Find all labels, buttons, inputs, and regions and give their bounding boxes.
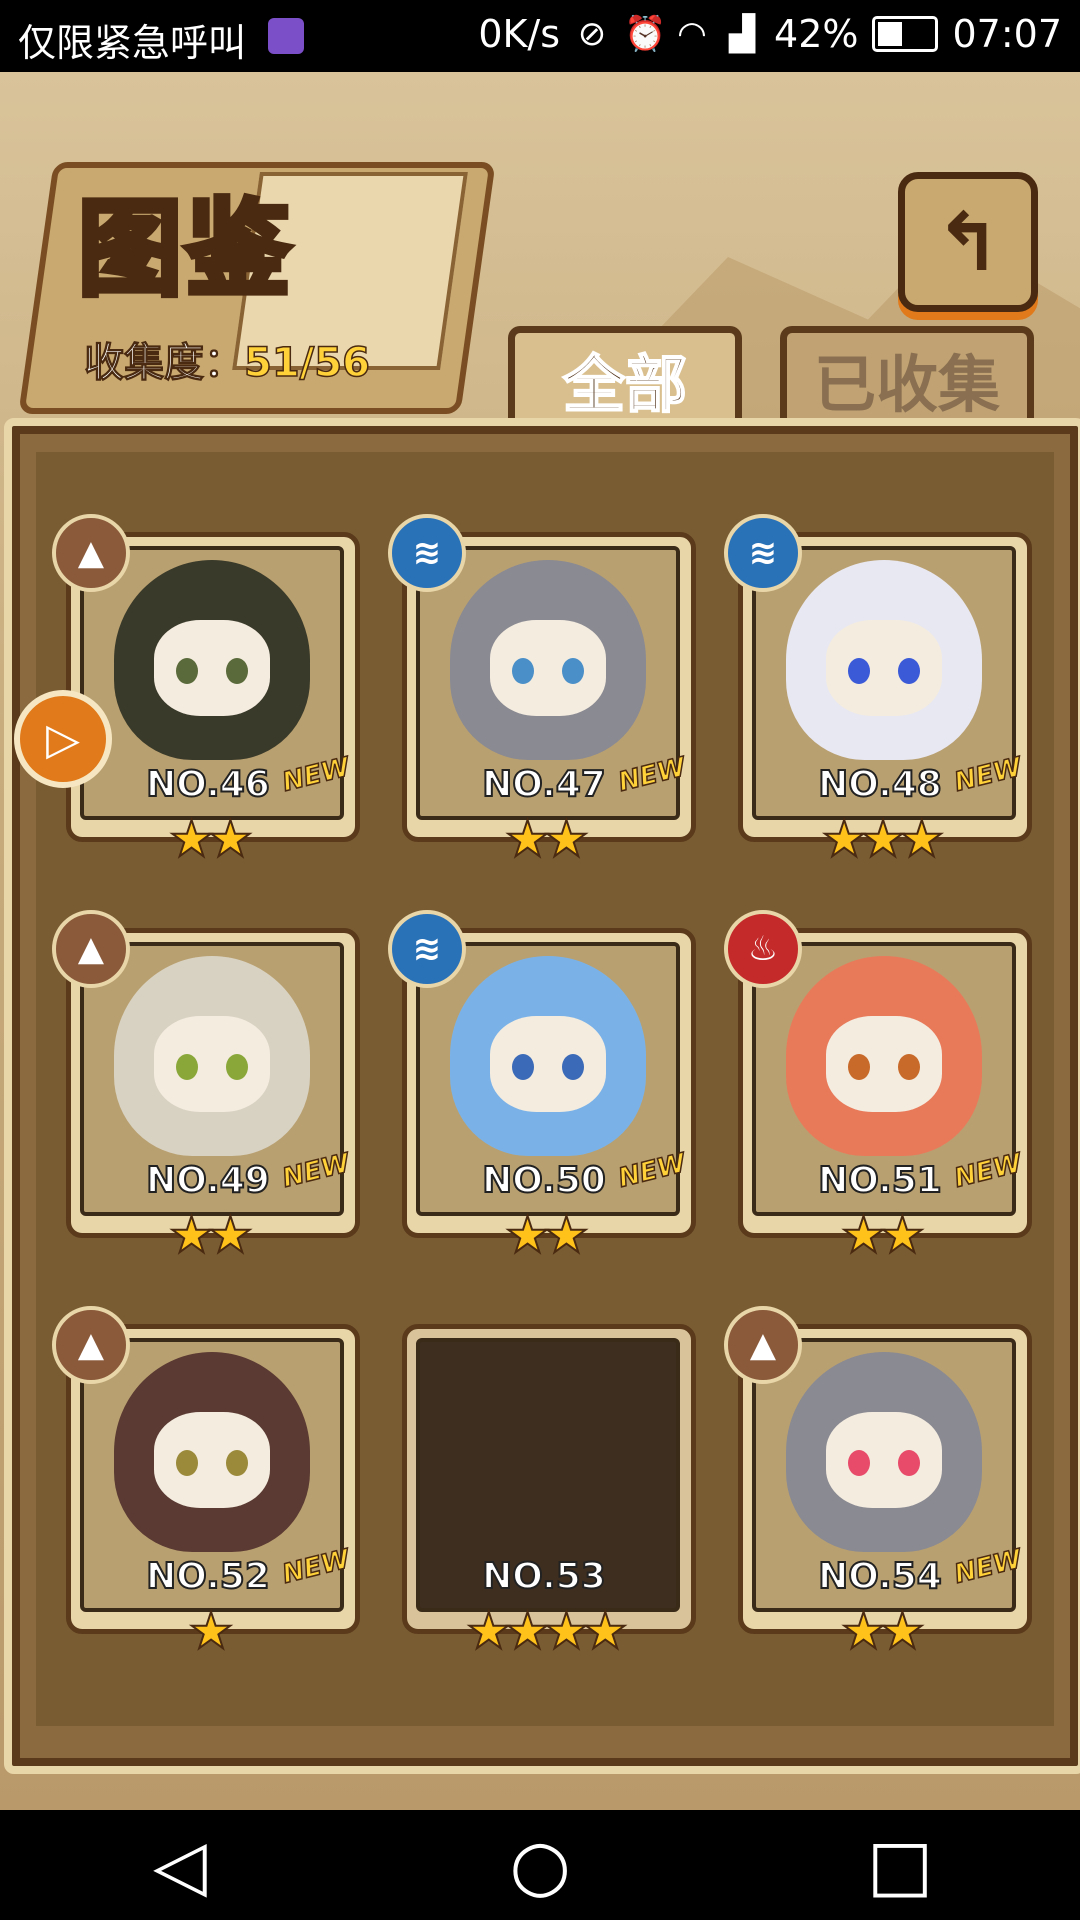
mute-icon: ⊘ <box>577 14 607 54</box>
page-title: 图鉴 <box>75 184 295 313</box>
monster-card[interactable]: NO.51 NEW ★★ ♨ <box>724 910 1032 1265</box>
wave-icon: ≋ <box>388 514 466 592</box>
collection-progress: 收集度：51/56 <box>84 330 371 388</box>
game-screen: 图鉴 收集度：51/56 ↰ 全部 已收集 NO.46 NEW ★★ ▲ NO.47 NE… <box>0 72 1080 1810</box>
tab-all[interactable]: 全部 <box>508 326 742 425</box>
star-rating: ★★★★ <box>465 1601 628 1661</box>
monster-card[interactable]: NO.49 NEW ★★ ▲ <box>52 910 360 1265</box>
mountain-icon: ▲ <box>52 1306 130 1384</box>
monster-card[interactable]: NO.47 NEW ★★ ≋ <box>388 514 696 869</box>
star-rating: ★ <box>188 1601 235 1661</box>
wifi-icon: ◠ <box>677 14 707 54</box>
wave-icon: ≋ <box>724 514 802 592</box>
clock: 07:07 <box>952 12 1062 56</box>
back-arrow-icon: ↰ <box>934 195 1002 289</box>
system-nav-bar: ◁ ○ □ <box>0 1810 1080 1920</box>
mountain-icon: ▲ <box>52 910 130 988</box>
monster-card[interactable]: NO.48 NEW ★★★ ≋ <box>724 514 1032 869</box>
star-rating: ★★ <box>840 1205 926 1265</box>
collection-value: 51/56 <box>243 339 370 387</box>
collection-label: 收集度： <box>84 340 245 387</box>
recents-square-icon[interactable]: □ <box>840 1824 960 1906</box>
network-speed: 0K/s <box>478 12 561 56</box>
filter-toggle-button[interactable]: ▷ <box>14 690 112 788</box>
flame-icon: ♨ <box>724 910 802 988</box>
star-rating: ★★ <box>504 809 590 869</box>
card-grid[interactable]: NO.46 NEW ★★ ▲ NO.47 NEW ★★ ≋ NO.48 NEW ★★★ ≋ NO.49 N… <box>36 452 1054 1726</box>
status-bar: 仅限紧急呼叫 0K/s ⊘ ⏰ ◠ ▟ 42% 07:07 <box>0 0 1080 72</box>
alarm-icon: ⏰ <box>624 14 667 54</box>
mountain-icon: ▲ <box>52 514 130 592</box>
mountain-icon: ▲ <box>724 1306 802 1384</box>
tab-collected[interactable]: 已收集 <box>780 326 1034 425</box>
star-rating: ★★★ <box>821 809 945 869</box>
monster-card[interactable]: NO.50 NEW ★★ ≋ <box>388 910 696 1265</box>
wave-icon: ≋ <box>388 910 466 988</box>
monster-card[interactable]: NO.53 ★★★★ <box>402 1324 696 1661</box>
monster-card[interactable]: NO.54 NEW ★★ ▲ <box>724 1306 1032 1661</box>
star-rating: ★★ <box>168 809 254 869</box>
star-rating: ★★ <box>840 1601 926 1661</box>
star-rating: ★★ <box>504 1205 590 1265</box>
card-grid-panel: NO.46 NEW ★★ ▲ NO.47 NEW ★★ ≋ NO.48 NEW ★★★ ≋ NO.49 N… <box>4 418 1080 1774</box>
signal-icon: ▟ <box>728 14 756 54</box>
battery-icon <box>872 16 939 52</box>
arrow-badge-icon: ▷ <box>46 713 80 765</box>
battery-percent: 42% <box>774 12 859 56</box>
carrier-text: 仅限紧急呼叫 <box>18 21 247 65</box>
card-number: NO.53 <box>481 1555 607 1598</box>
back-button[interactable]: ↰ <box>898 172 1038 312</box>
star-rating: ★★ <box>168 1205 254 1265</box>
monster-card[interactable]: NO.46 NEW ★★ ▲ <box>52 514 360 869</box>
monster-card[interactable]: NO.52 NEW ★ ▲ <box>52 1306 360 1661</box>
back-triangle-icon[interactable]: ◁ <box>120 1824 240 1906</box>
status-icons: 0K/s ⊘ ⏰ ◠ ▟ 42% 07:07 <box>478 12 1062 56</box>
home-circle-icon[interactable]: ○ <box>480 1824 600 1906</box>
gallery-notification-icon <box>268 18 304 54</box>
